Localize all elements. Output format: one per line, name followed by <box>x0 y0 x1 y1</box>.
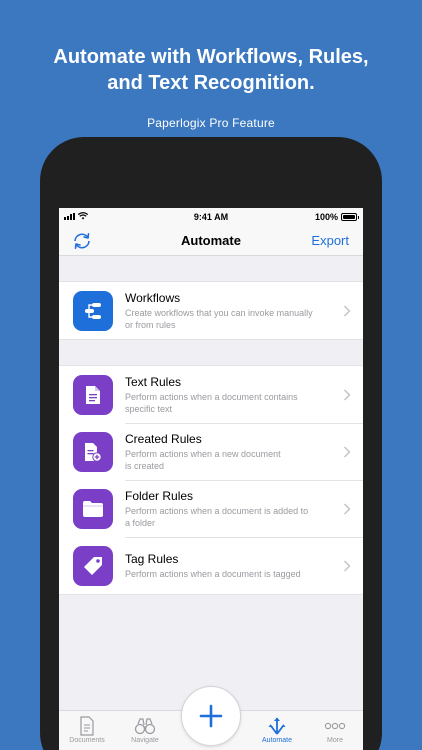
status-bar: 9:41 AM 100% <box>59 208 363 226</box>
export-button[interactable]: Export <box>311 233 349 248</box>
workflows-section: Workflows Create workflows that you can … <box>59 281 363 340</box>
row-subtitle-line1: Perform actions when a document is tagge… <box>125 568 301 579</box>
tab-label: Documents <box>69 737 105 744</box>
row-subtitle: Perform actions when a new document is c… <box>125 448 331 472</box>
row-subtitle: Perform actions when a document contains… <box>125 391 331 415</box>
list-item-created-rules[interactable]: Created Rules Perform actions when a new… <box>59 423 363 480</box>
folder-icon <box>73 488 113 529</box>
row-title: Created Rules <box>125 431 202 446</box>
chevron-right-icon <box>343 388 351 401</box>
new-document-icon <box>73 431 113 472</box>
row-subtitle: Perform actions when a document is tagge… <box>125 568 331 580</box>
workflow-icon <box>73 290 113 331</box>
list-item-workflows[interactable]: Workflows Create workflows that you can … <box>59 282 363 339</box>
row-subtitle: Create workflows that you can invoke man… <box>125 307 331 331</box>
tab-label: More <box>327 737 343 744</box>
tab-label: Navigate <box>131 737 159 744</box>
more-icon <box>324 722 346 730</box>
row-subtitle: Perform actions when a document is added… <box>125 505 331 529</box>
row-subtitle-line1: Perform actions when a document is added… <box>125 505 309 516</box>
tab-label: Automate <box>262 737 292 744</box>
battery-percent: 100% <box>314 212 338 222</box>
row-subtitle-line2: or from rules <box>125 319 176 330</box>
list-item-folder-rules[interactable]: Folder Rules Perform actions when a docu… <box>59 480 363 537</box>
app-screen: 9:41 AM 100% Automate Export Workflows C… <box>59 208 363 750</box>
chevron-right-icon <box>343 559 351 572</box>
row-subtitle-line1: Perform actions when a new document <box>125 448 281 459</box>
row-subtitle-line1: Create workflows that you can invoke man… <box>125 307 313 318</box>
row-subtitle-line2: specific text <box>125 403 173 414</box>
tab-automate[interactable]: Automate <box>249 716 305 744</box>
list-item-text-rules[interactable]: Text Rules Perform actions when a docume… <box>59 366 363 423</box>
row-title: Tag Rules <box>125 551 179 566</box>
tag-icon <box>73 545 113 586</box>
chevron-right-icon <box>343 304 351 317</box>
chevron-right-icon <box>343 445 351 458</box>
navigation-bar: Automate Export <box>59 226 363 256</box>
promo-headline: Automate with Workflows, Rules, and Text… <box>0 44 422 96</box>
documents-icon <box>80 716 94 736</box>
list-item-tag-rules[interactable]: Tag Rules Perform actions when a documen… <box>59 537 363 594</box>
tab-more[interactable]: More <box>307 716 363 744</box>
row-title: Text Rules <box>125 374 182 389</box>
text-document-icon <box>73 374 113 415</box>
row-title: Folder Rules <box>125 488 194 503</box>
battery-icon <box>341 213 359 221</box>
battery-status: 100% <box>314 212 359 222</box>
chevron-right-icon <box>343 502 351 515</box>
rules-section: Text Rules Perform actions when a docume… <box>59 365 363 595</box>
row-subtitle-line2: a folder <box>125 517 156 528</box>
promo-headline-line1: Automate with Workflows, Rules, <box>53 46 369 68</box>
plus-icon <box>199 704 223 728</box>
row-title: Workflows <box>125 290 181 305</box>
add-button[interactable] <box>181 686 241 746</box>
promo-headline-line2: and Text Recognition. <box>107 72 315 94</box>
row-subtitle-line2: is created <box>125 460 165 471</box>
row-subtitle-line1: Perform actions when a document contains <box>125 391 298 402</box>
tab-documents[interactable]: Documents <box>59 716 115 744</box>
automate-icon <box>268 717 286 735</box>
tab-navigate[interactable]: Navigate <box>117 716 173 744</box>
binoculars-icon <box>134 718 156 735</box>
promo-subhead: Paperlogix Pro Feature <box>147 116 275 130</box>
